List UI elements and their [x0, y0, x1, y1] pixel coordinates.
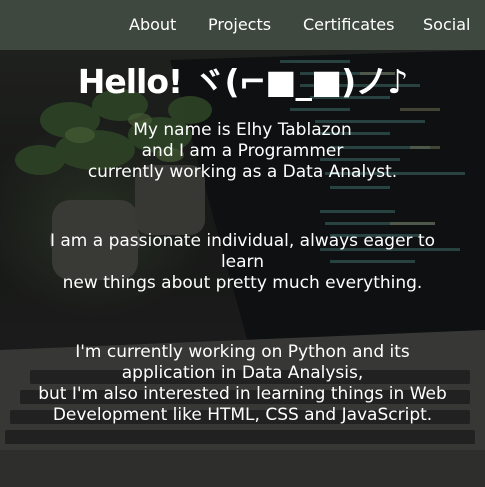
nav-link-about[interactable]: About [129, 15, 176, 35]
top-navbar: About Projects Certificates Social [0, 0, 485, 50]
nav-link-projects[interactable]: Projects [208, 15, 271, 35]
portfolio-page: About Projects Certificates Social Hello… [0, 0, 485, 487]
passion-line: new things about pretty much everything. [62, 273, 423, 293]
nav-link-social[interactable]: Social [423, 15, 470, 35]
current-line: but I'm also interested in learning thin… [38, 384, 447, 404]
intro-line: and I am a Programmer [141, 141, 344, 161]
intro-line: currently working as a Data Analyst. [87, 162, 398, 182]
passion-paragraph: I am a passionate individual, always eag… [0, 231, 485, 294]
current-line: I'm currently working on Python and its [75, 342, 410, 362]
passion-line: learn [220, 252, 265, 272]
intro-paragraph: My name is Elhy Tablazon and I am a Prog… [0, 120, 485, 183]
passion-line: I am a passionate individual, always eag… [49, 231, 436, 251]
greeting-heading: Hello! ヾ(⌐■_■)ノ♪ [77, 62, 409, 101]
intro-line: My name is Elhy Tablazon [133, 120, 352, 140]
current-work-paragraph: I'm currently working on Python and its … [0, 342, 485, 426]
current-line: application in Data Analysis, [121, 363, 364, 383]
nav-link-certificates[interactable]: Certificates [303, 15, 394, 35]
current-line: Development like HTML, CSS and JavaScrip… [52, 405, 433, 425]
